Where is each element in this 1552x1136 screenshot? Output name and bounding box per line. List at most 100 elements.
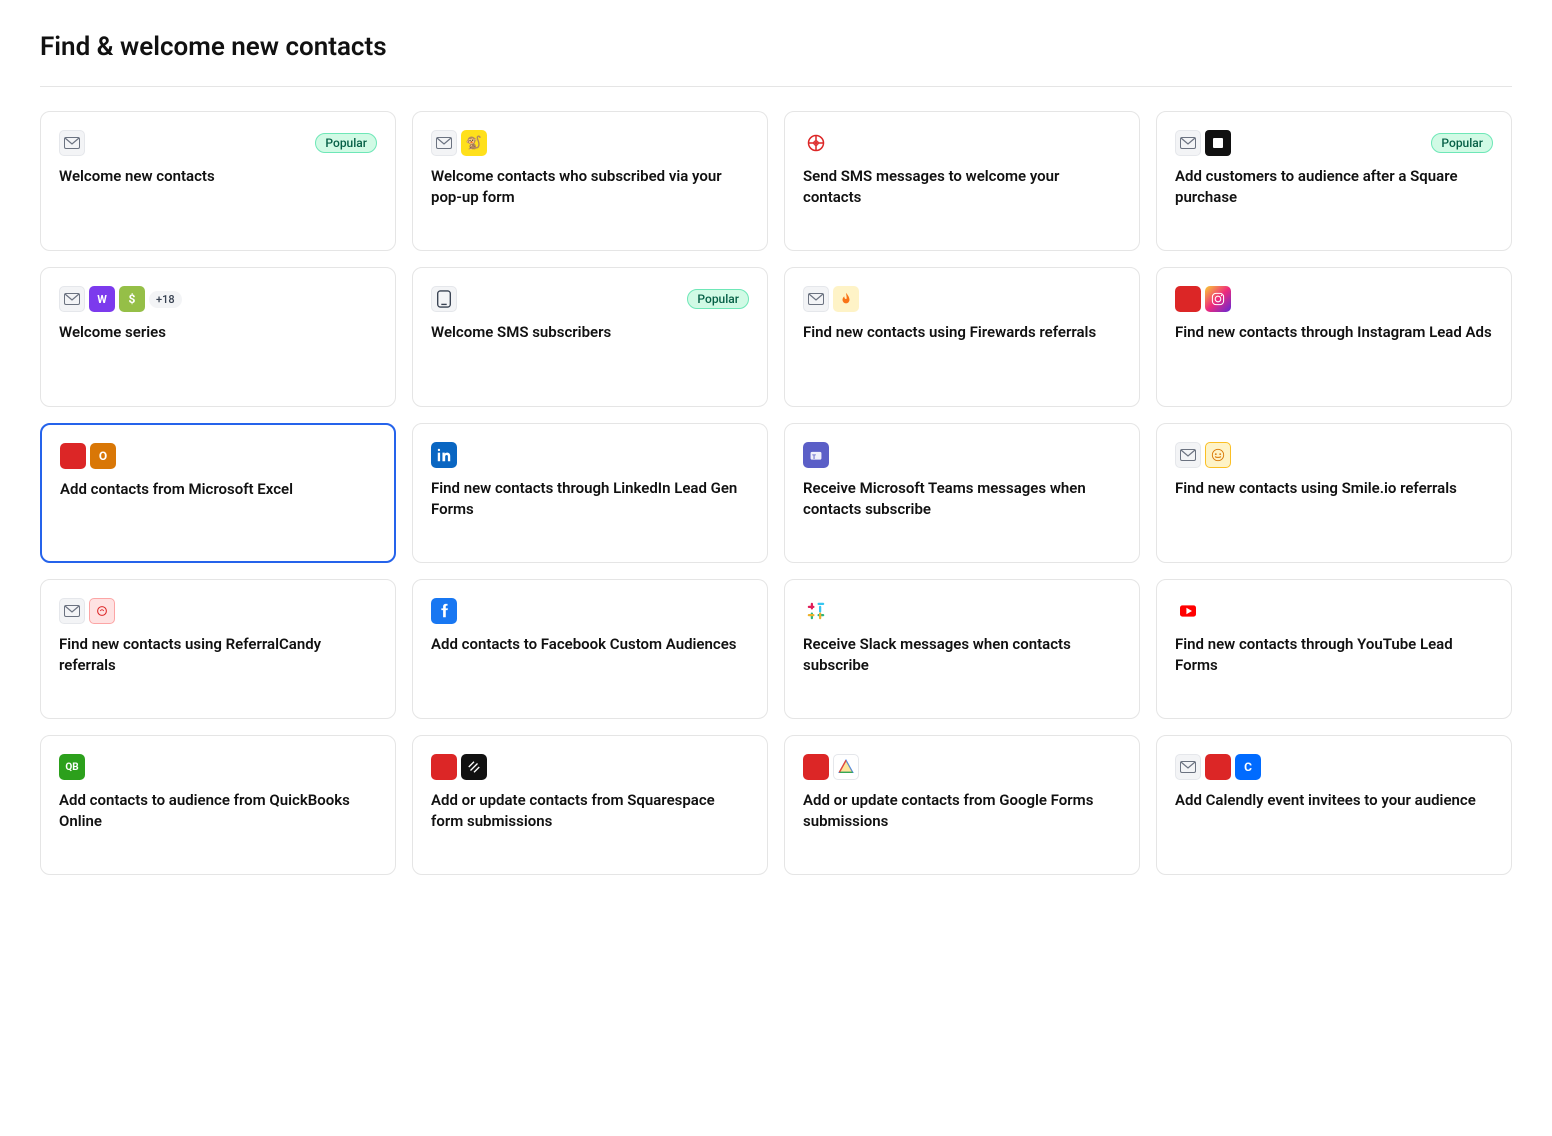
excel-red-icon	[1205, 754, 1231, 780]
mailchimp-icon: 🐒	[461, 130, 487, 156]
card-header	[59, 598, 377, 624]
quickbooks-icon: QB	[59, 754, 85, 780]
card-header: C	[1175, 754, 1493, 780]
card-welcome-popup[interactable]: 🐒 Welcome contacts who subscribed via you…	[412, 111, 768, 251]
card-title: Find new contacts through YouTube Lead F…	[1175, 634, 1493, 676]
google-icon	[833, 754, 859, 780]
calendly-icon: C	[1235, 754, 1261, 780]
email-icon	[59, 130, 85, 156]
sms-icon	[803, 130, 829, 156]
card-title: Receive Slack messages when contacts sub…	[803, 634, 1121, 676]
card-icons: 🐒	[431, 130, 487, 156]
excel-red-icon	[803, 754, 829, 780]
card-title: Receive Microsoft Teams messages when co…	[803, 478, 1121, 520]
card-title: Send SMS messages to welcome your contac…	[803, 166, 1121, 208]
svg-text:T: T	[812, 453, 816, 461]
card-squarespace[interactable]: Add or update contacts from Squarespace …	[412, 735, 768, 875]
squarespace-icon	[461, 754, 487, 780]
card-header	[1175, 598, 1493, 624]
card-icons	[1175, 130, 1231, 156]
card-calendly[interactable]: C Add Calendly event invitees to your aud…	[1156, 735, 1512, 875]
card-title: Find new contacts using ReferralCandy re…	[59, 634, 377, 676]
plus-icon: +18	[149, 291, 182, 308]
popular-badge: Popular	[315, 133, 377, 153]
card-header: T	[803, 442, 1121, 468]
card-add-customers-square[interactable]: PopularAdd customers to audience after a…	[1156, 111, 1512, 251]
section-divider	[40, 86, 1512, 87]
card-header: QB	[59, 754, 377, 780]
cards-grid: Popular Welcome new contacts 🐒 Welcome cont…	[40, 111, 1512, 875]
card-icons	[431, 754, 487, 780]
excel-red-icon	[431, 754, 457, 780]
referralcandy-icon	[89, 598, 115, 624]
card-title: Welcome series	[59, 322, 377, 343]
card-title: Find new contacts using Smile.io referra…	[1175, 478, 1493, 499]
card-microsoft-excel[interactable]: O Add contacts from Microsoft Excel	[40, 423, 396, 563]
popular-badge: Popular	[1431, 133, 1493, 153]
card-send-sms-welcome[interactable]: Send SMS messages to welcome your contac…	[784, 111, 1140, 251]
teams-icon: T	[803, 442, 829, 468]
linkedin-icon	[431, 442, 457, 468]
firewards-icon	[833, 286, 859, 312]
card-icons: T	[803, 442, 829, 468]
shopify-icon: $	[119, 286, 145, 312]
card-icons	[1175, 598, 1201, 624]
card-icons	[803, 598, 829, 624]
email-icon	[431, 130, 457, 156]
card-title: Welcome new contacts	[59, 166, 377, 187]
card-smileio[interactable]: Find new contacts using Smile.io referra…	[1156, 423, 1512, 563]
card-teams-subscribe[interactable]: T Receive Microsoft Teams messages when …	[784, 423, 1140, 563]
card-icons	[1175, 442, 1231, 468]
email-icon	[1175, 130, 1201, 156]
card-icons	[803, 754, 859, 780]
card-header	[431, 598, 749, 624]
square-icon	[1205, 130, 1231, 156]
woo-icon: W	[89, 286, 115, 312]
excel-red-icon	[60, 443, 86, 469]
card-header: O	[60, 443, 376, 469]
card-title: Add Calendly event invitees to your audi…	[1175, 790, 1493, 811]
card-title: Add contacts from Microsoft Excel	[60, 479, 376, 500]
card-firewards[interactable]: Find new contacts using Firewards referr…	[784, 267, 1140, 407]
card-icons: O	[60, 443, 116, 469]
card-instagram-lead-ads[interactable]: Find new contacts through Instagram Lead…	[1156, 267, 1512, 407]
card-header	[803, 598, 1121, 624]
card-welcome-sms[interactable]: Popular Welcome SMS subscribers	[412, 267, 768, 407]
card-icons	[59, 130, 85, 156]
card-title: Welcome contacts who subscribed via your…	[431, 166, 749, 208]
card-header	[803, 754, 1121, 780]
card-welcome-series[interactable]: W$+18 Welcome series	[40, 267, 396, 407]
card-title: Find new contacts through LinkedIn Lead …	[431, 478, 749, 520]
card-header: W$+18	[59, 286, 377, 312]
card-linkedin-lead[interactable]: Find new contacts through LinkedIn Lead …	[412, 423, 768, 563]
card-header: Popular	[431, 286, 749, 312]
email-icon	[803, 286, 829, 312]
card-icons	[431, 286, 457, 312]
card-facebook-audiences[interactable]: Add contacts to Facebook Custom Audience…	[412, 579, 768, 719]
card-title: Add or update contacts from Squarespace …	[431, 790, 749, 832]
card-header	[803, 130, 1121, 156]
card-icons: W$+18	[59, 286, 182, 312]
page-title: Find & welcome new contacts	[40, 32, 1512, 62]
card-slack-subscribe[interactable]: Receive Slack messages when contacts sub…	[784, 579, 1140, 719]
card-youtube-lead[interactable]: Find new contacts through YouTube Lead F…	[1156, 579, 1512, 719]
email-icon	[59, 598, 85, 624]
card-title: Find new contacts through Instagram Lead…	[1175, 322, 1493, 343]
card-icons	[803, 130, 829, 156]
card-google-forms[interactable]: Add or update contacts from Google Forms…	[784, 735, 1140, 875]
card-title: Add contacts to audience from QuickBooks…	[59, 790, 377, 832]
card-welcome-new-contacts[interactable]: Popular Welcome new contacts	[40, 111, 396, 251]
card-referralcandy[interactable]: Find new contacts using ReferralCandy re…	[40, 579, 396, 719]
card-header	[1175, 286, 1493, 312]
card-title: Welcome SMS subscribers	[431, 322, 749, 343]
card-header	[1175, 442, 1493, 468]
card-quickbooks[interactable]: QB Add contacts to audience from QuickBoo…	[40, 735, 396, 875]
office-icon: O	[90, 443, 116, 469]
card-header	[803, 286, 1121, 312]
card-title: Add or update contacts from Google Forms…	[803, 790, 1121, 832]
card-title: Add contacts to Facebook Custom Audience…	[431, 634, 749, 655]
card-header	[431, 442, 749, 468]
card-header	[431, 754, 749, 780]
card-icons	[1175, 286, 1231, 312]
card-header: 🐒	[431, 130, 749, 156]
